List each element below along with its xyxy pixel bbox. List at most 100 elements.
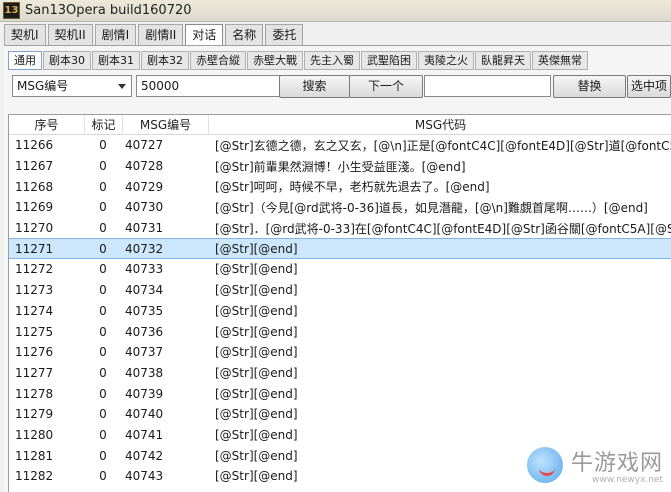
header-msg-id[interactable]: MSG编号	[123, 115, 209, 135]
tab-sub-1[interactable]: 剧本30	[43, 51, 91, 70]
search-input[interactable]: 50000	[136, 75, 291, 97]
header-id[interactable]: 序号	[9, 115, 85, 135]
table-row[interactable]: 11269 0 40730 [@Str]（今見[@rd武将-0-36]道長，如見潛龍，…	[9, 197, 671, 218]
table-row[interactable]: 11272 0 40733 [@Str][@end]	[9, 259, 671, 280]
row-tag: 0	[99, 283, 107, 298]
sub-tabs: 通用 剧本30 剧本31 剧本32 赤壁合縱 赤壁大戰 先主入蜀 武聖陷困 夷陵之火 臥龍昇天 英傑…	[8, 51, 589, 70]
row-msg-code: [@Str][@end]	[215, 324, 298, 339]
tab-sub-7[interactable]: 武聖陷困	[361, 51, 417, 70]
search-button[interactable]: 搜索	[279, 75, 350, 98]
tab-sub-6[interactable]: 先主入蜀	[304, 51, 360, 70]
row-msg-id: 40734	[125, 283, 164, 298]
tab-top-5[interactable]: 名称	[225, 24, 264, 45]
row-msg-code: [@Str]（今見[@rd武将-0-36]道長，如見潛龍，[@\n]難覷首尾啊……	[215, 200, 648, 215]
table-row[interactable]: 11271 0 40732 [@Str][@end]	[9, 238, 671, 260]
table-row[interactable]: 11267 0 40728 [@Str]前輩果然淵博！小生受益匪淺。[@end]	[9, 156, 671, 177]
watermark-text: 牛游戏网	[571, 451, 664, 476]
row-msg-code: [@Str][@end]	[215, 345, 298, 360]
field-select-value: MSG编号	[17, 79, 69, 93]
row-id: 11266	[15, 138, 54, 153]
tab-sub-9[interactable]: 臥龍昇天	[475, 51, 531, 70]
row-msg-id: 40731	[125, 221, 164, 236]
table-row[interactable]: 11268 0 40729 [@Str]呵呵，時候不早，老朽就先退去了。[@end]	[9, 176, 671, 197]
row-msg-code: [@Str][@end]	[215, 365, 298, 380]
row-msg-id: 40741	[125, 427, 164, 442]
tab-top-0[interactable]: 契机I	[4, 24, 46, 45]
row-msg-code: [@Str][@end]	[215, 283, 298, 298]
row-tag: 0	[99, 407, 107, 422]
tab-sub-4[interactable]: 赤壁合縱	[190, 51, 246, 70]
row-msg-id: 40732	[125, 241, 164, 256]
row-tag: 0	[99, 427, 107, 442]
row-msg-code: [@Str]呵呵，時候不早，老朽就先退去了。[@end]	[215, 180, 490, 195]
tab-sub-8[interactable]: 夷陵之火	[418, 51, 474, 70]
row-tag: 0	[99, 159, 107, 174]
next-button[interactable]: 下一个	[349, 75, 423, 98]
row-id: 11282	[15, 469, 54, 484]
list-body: 11266 0 40727 [@Str]玄德之德，玄之又玄，[@\n]正是[@font…	[9, 135, 671, 487]
row-msg-id: 40735	[125, 303, 164, 318]
row-tag: 0	[99, 138, 107, 153]
row-id: 11279	[15, 407, 54, 422]
tab-sub-5[interactable]: 赤壁大戰	[247, 51, 303, 70]
chevron-down-icon	[118, 84, 126, 89]
row-msg-id: 40743	[125, 469, 164, 484]
row-id: 11269	[15, 200, 54, 215]
row-id: 11280	[15, 427, 54, 442]
tab-top-3[interactable]: 剧情II	[138, 24, 184, 45]
tab-sub-10[interactable]: 英傑無常	[532, 51, 588, 70]
row-id: 11267	[15, 159, 54, 174]
row-tag: 0	[99, 241, 107, 256]
tab-sub-0[interactable]: 通用	[8, 51, 42, 70]
row-tag: 0	[99, 303, 107, 318]
row-msg-code: [@Str][@end]	[215, 262, 298, 277]
row-msg-id: 40729	[125, 179, 164, 194]
row-id: 11272	[15, 262, 54, 277]
table-row[interactable]: 11279 0 40740 [@Str][@end]	[9, 404, 671, 425]
row-id: 11276	[15, 345, 54, 360]
table-row[interactable]: 11274 0 40735 [@Str][@end]	[9, 301, 671, 322]
row-msg-id: 40739	[125, 386, 164, 401]
row-tag: 0	[99, 324, 107, 339]
row-msg-code: [@Str][@end]	[215, 241, 298, 256]
table-row[interactable]: 11278 0 40739 [@Str][@end]	[9, 383, 671, 404]
row-id: 11275	[15, 324, 54, 339]
row-msg-id: 40728	[125, 159, 164, 174]
row-msg-code: [@Str][@end]	[215, 303, 298, 318]
tab-top-1[interactable]: 契机II	[47, 24, 93, 45]
tab-top-4[interactable]: 对话	[185, 24, 224, 46]
table-row[interactable]: 11273 0 40734 [@Str][@end]	[9, 280, 671, 301]
row-msg-code: [@Str][@end]	[215, 407, 298, 422]
row-msg-id: 40727	[125, 138, 164, 153]
tab-sub-3[interactable]: 剧本32	[141, 51, 189, 70]
top-tabs: 契机I 契机II 剧情I 剧情II 对话 名称 委托	[4, 24, 305, 46]
tab-sub-2[interactable]: 剧本31	[92, 51, 140, 70]
header-tag[interactable]: 标记	[85, 115, 123, 135]
table-row[interactable]: 11266 0 40727 [@Str]玄德之德，玄之又玄，[@\n]正是[@font…	[9, 135, 671, 156]
row-id: 11268	[15, 179, 54, 194]
mascot-logo-icon	[525, 445, 565, 485]
table-row[interactable]: 11270 0 40731 [@Str]．[@rd武将-0-33]在[@fontC4C…	[9, 218, 671, 239]
replace-button[interactable]: 替换	[553, 75, 626, 98]
row-msg-id: 40738	[125, 365, 164, 380]
table-row[interactable]: 11276 0 40737 [@Str][@end]	[9, 342, 671, 363]
replace-input[interactable]	[424, 75, 551, 97]
table-row[interactable]: 11275 0 40736 [@Str][@end]	[9, 321, 671, 342]
row-tag: 0	[99, 262, 107, 277]
field-select[interactable]: MSG编号	[12, 75, 132, 97]
row-msg-code: [@Str]前輩果然淵博！小生受益匪淺。[@end]	[215, 159, 466, 174]
row-id: 11273	[15, 283, 54, 298]
row-tag: 0	[99, 386, 107, 401]
tab-top-2[interactable]: 剧情I	[94, 24, 137, 45]
row-id: 11281	[15, 448, 54, 463]
table-row[interactable]: 11277 0 40738 [@Str][@end]	[9, 363, 671, 384]
row-msg-code: [@Str][@end]	[215, 386, 298, 401]
watermark: 牛游戏网 www.newyx.net	[525, 438, 671, 492]
row-tag: 0	[99, 448, 107, 463]
header-msg-code[interactable]: MSG代码	[209, 115, 671, 135]
selected-items-button[interactable]: 选中项	[627, 75, 671, 98]
tab-top-6[interactable]: 委托	[265, 24, 304, 45]
message-list[interactable]: 序号 标记 MSG编号 MSG代码 11266 0 40727 [@Str]玄德之德，…	[8, 114, 671, 492]
row-msg-code: [@Str]玄德之德，玄之又玄，[@\n]正是[@fontC4C][@fontE…	[215, 138, 671, 153]
list-header: 序号 标记 MSG编号 MSG代码	[9, 115, 671, 135]
